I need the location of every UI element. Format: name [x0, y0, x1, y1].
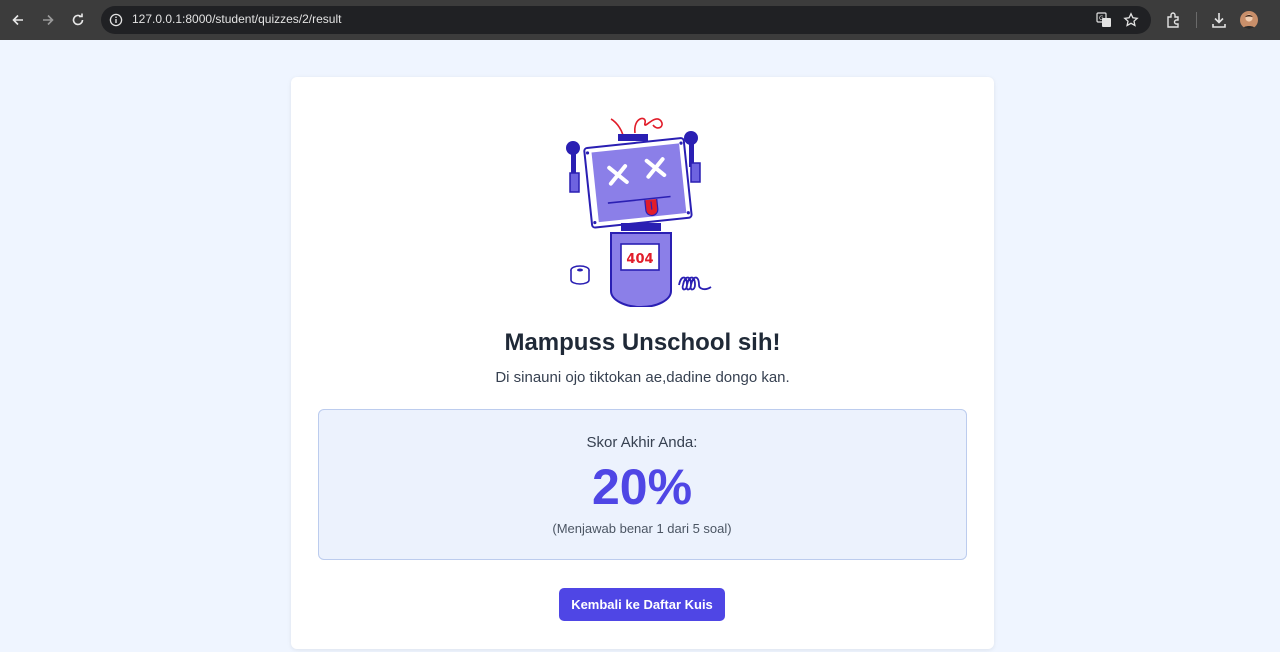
- translate-icon[interactable]: G: [1096, 12, 1112, 28]
- download-icon[interactable]: [1210, 11, 1228, 29]
- result-title: Mampuss Unschool sih!: [504, 329, 781, 356]
- result-card: 404 Mampuss Unschool sih! Di sinauni ojo…: [291, 77, 994, 649]
- forward-icon[interactable]: [33, 5, 63, 35]
- site-info-icon[interactable]: [109, 13, 123, 27]
- score-value: 20%: [591, 459, 693, 515]
- error-code-label: 404: [626, 252, 653, 267]
- back-icon[interactable]: [3, 5, 33, 35]
- score-label: Skor Akhir Anda:: [586, 434, 698, 451]
- score-detail: (Menjawab benar 1 dari 5 soal): [552, 521, 732, 536]
- toolbar-divider: [1196, 12, 1197, 28]
- browser-toolbar: 127.0.0.1:8000/student/quizzes/2/result …: [0, 0, 1280, 40]
- score-panel: Skor Akhir Anda: 20% (Menjawab benar 1 d…: [318, 409, 967, 560]
- svg-text:G: G: [1099, 15, 1104, 22]
- broken-robot-illustration: 404: [566, 117, 712, 307]
- back-to-quiz-list-button[interactable]: Kembali ke Daftar Kuis: [559, 588, 725, 621]
- reload-icon[interactable]: [63, 5, 93, 35]
- profile-avatar[interactable]: [1240, 11, 1258, 29]
- address-bar[interactable]: 127.0.0.1:8000/student/quizzes/2/result …: [101, 6, 1151, 34]
- url-text[interactable]: 127.0.0.1:8000/student/quizzes/2/result: [132, 12, 341, 26]
- result-subtitle: Di sinauni ojo tiktokan ae,dadine dongo …: [495, 369, 790, 386]
- star-icon[interactable]: [1123, 12, 1139, 28]
- extensions-icon[interactable]: [1165, 11, 1183, 29]
